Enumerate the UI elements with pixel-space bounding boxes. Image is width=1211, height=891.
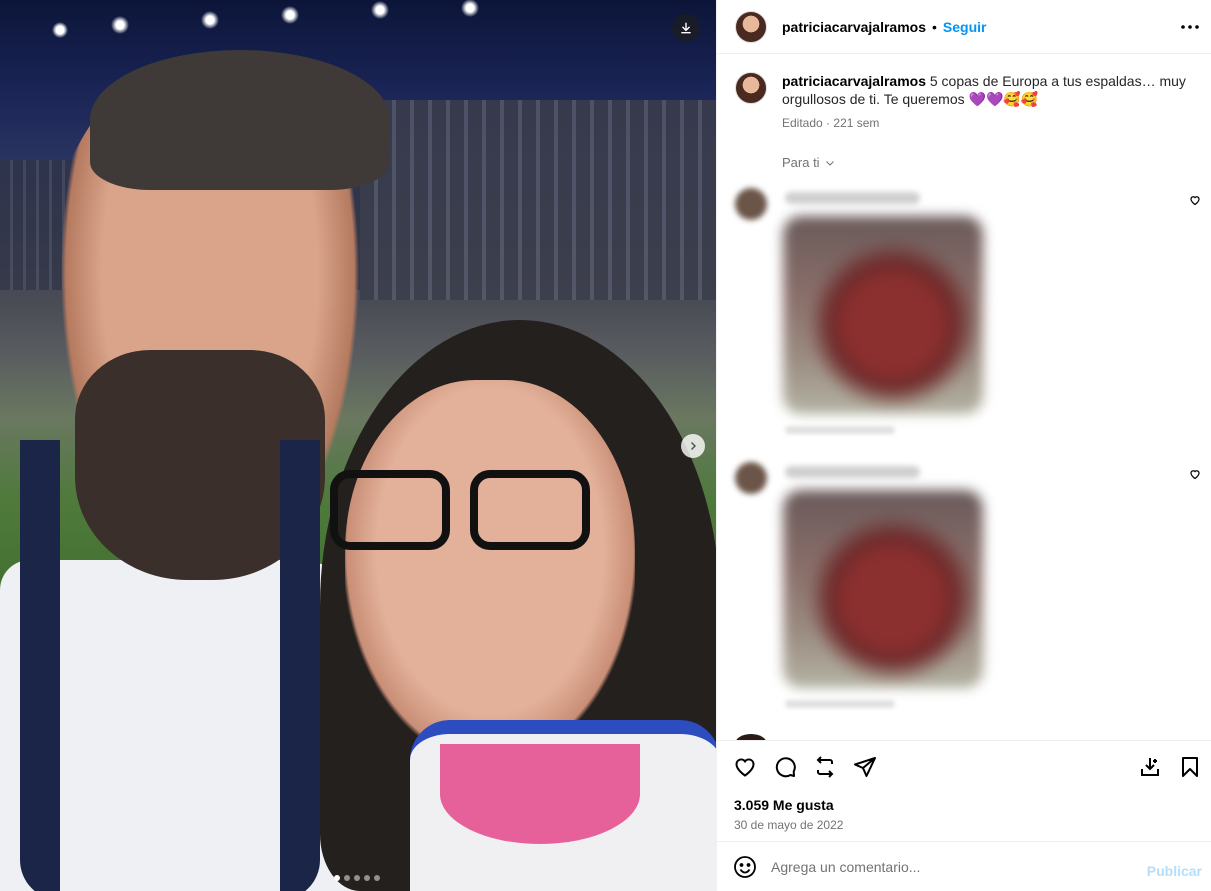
like-count[interactable]: 3.059 Me gusta bbox=[734, 797, 834, 813]
comment-username-blurred bbox=[785, 466, 920, 478]
post-date[interactable]: 30 de mayo de 2022 bbox=[734, 818, 843, 832]
comment-image-blurred[interactable] bbox=[783, 216, 983, 414]
caption: patriciacarvajalramos 5 copas de Europa … bbox=[735, 72, 1195, 130]
stadium-stands bbox=[360, 100, 716, 300]
medal-lanyard bbox=[20, 440, 320, 891]
comment-input[interactable] bbox=[771, 858, 1131, 875]
post-panel: patriciacarvajalramos • Seguir patriciac… bbox=[716, 0, 1211, 891]
stadium-lights bbox=[0, 0, 716, 60]
avatar[interactable] bbox=[735, 72, 767, 104]
post-photo[interactable] bbox=[0, 0, 716, 891]
separator: · bbox=[826, 116, 831, 130]
carousel-dots bbox=[334, 875, 380, 881]
more-options-icon[interactable] bbox=[1178, 17, 1202, 37]
woman-glasses bbox=[330, 470, 595, 555]
like-comment-icon[interactable] bbox=[1189, 468, 1201, 480]
comment-image-blurred[interactable] bbox=[783, 490, 983, 688]
carousel-dot bbox=[334, 875, 340, 881]
bookmark-icon[interactable] bbox=[1178, 755, 1202, 779]
comments-section[interactable]: patriciacarvajalramos 5 copas de Europa … bbox=[717, 54, 1211, 740]
like-comment-icon[interactable] bbox=[1189, 194, 1201, 206]
separator: • bbox=[931, 18, 937, 35]
post-time[interactable]: 221 sem bbox=[833, 116, 879, 130]
comment-meta-blurred bbox=[785, 426, 895, 434]
man-hair bbox=[90, 50, 390, 190]
carousel-dot bbox=[374, 875, 380, 881]
comment-meta-blurred bbox=[785, 700, 895, 708]
avatar[interactable] bbox=[735, 188, 767, 220]
caption-meta: Editado · 221 sem bbox=[782, 116, 1195, 130]
avatar[interactable] bbox=[735, 462, 767, 494]
avatar[interactable] bbox=[735, 10, 767, 43]
publish-button[interactable]: Publicar bbox=[1147, 863, 1202, 879]
woman-face bbox=[345, 380, 635, 760]
comment-sort-dropdown[interactable]: Para ti bbox=[782, 155, 836, 170]
like-icon[interactable] bbox=[733, 755, 757, 779]
chevron-right-icon bbox=[690, 441, 697, 451]
caption-text: patriciacarvajalramos 5 copas de Europa … bbox=[782, 72, 1195, 108]
carousel-dot bbox=[344, 875, 350, 881]
download-button[interactable] bbox=[672, 14, 700, 42]
sort-label: Para ti bbox=[782, 155, 820, 170]
share-icon[interactable] bbox=[853, 755, 877, 779]
add-comment-bar: Publicar bbox=[717, 841, 1211, 891]
chevron-down-icon bbox=[825, 160, 834, 166]
post-actions: 3.059 Me gusta 30 de mayo de 2022 bbox=[717, 740, 1211, 840]
caption-username[interactable]: patriciacarvajalramos bbox=[782, 73, 926, 89]
follow-button[interactable]: Seguir bbox=[943, 19, 987, 35]
save-to-collection-icon[interactable] bbox=[1138, 755, 1162, 779]
edited-label: Editado bbox=[782, 116, 823, 130]
woman-shirt bbox=[410, 720, 716, 891]
carousel-next-button[interactable] bbox=[681, 434, 705, 458]
carousel-dot bbox=[364, 875, 370, 881]
download-icon bbox=[681, 22, 691, 34]
comment-username-blurred bbox=[785, 192, 920, 204]
comment-icon[interactable] bbox=[773, 755, 797, 779]
post-header: patriciacarvajalramos • Seguir bbox=[717, 0, 1211, 54]
emoji-icon[interactable] bbox=[733, 855, 757, 879]
repost-icon[interactable] bbox=[813, 755, 837, 779]
header-username[interactable]: patriciacarvajalramos bbox=[782, 19, 926, 35]
carousel-dot bbox=[354, 875, 360, 881]
